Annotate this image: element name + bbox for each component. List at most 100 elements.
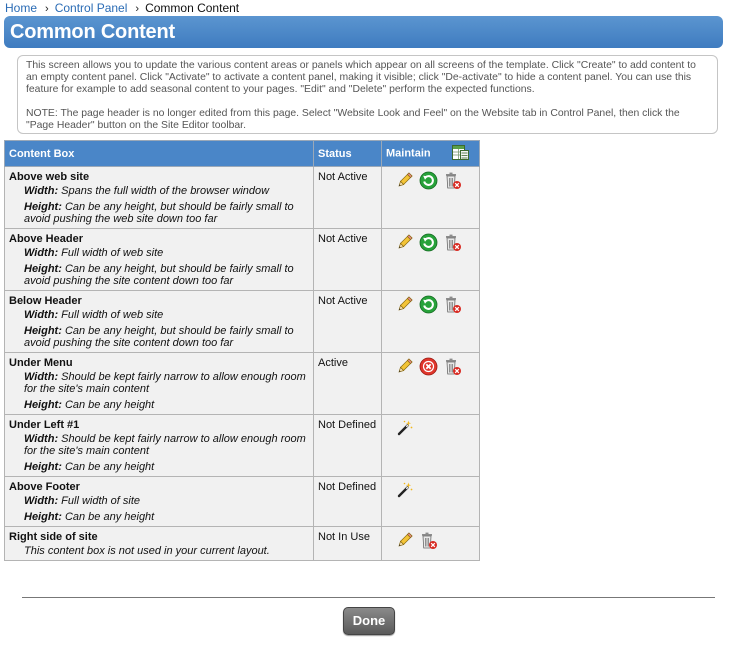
status-cell: Not In Use (313, 526, 382, 561)
content-box-cell: Above Header Width: Full width of web sit… (4, 228, 314, 291)
status-text: Not Defined (318, 481, 377, 493)
detail-label: Width: (24, 433, 59, 445)
detail-text: Full width of web site (58, 309, 164, 321)
content-box-detail: Height: Can be any height, but should be… (9, 325, 309, 349)
maintain-cell (381, 476, 480, 527)
status-cell: Not Active (313, 290, 382, 353)
column-header-maintain: Maintain (381, 140, 480, 167)
trash-delete-icon[interactable] (443, 171, 462, 190)
detail-text: This content box is not used in your cur… (24, 545, 270, 557)
detail-label: Width: (24, 247, 59, 259)
detail-text: Spans the full width of the browser wind… (58, 185, 270, 197)
status-cell: Not Defined (313, 476, 382, 527)
detail-text: Can be any height, but should be fairly … (24, 325, 294, 349)
content-box-cell: Under Menu Width: Should be kept fairly n… (4, 352, 314, 415)
intro-panel: This screen allows you to update the var… (17, 55, 718, 134)
action-icons (386, 357, 475, 377)
breadcrumb-control-panel-link[interactable]: Control Panel (55, 1, 128, 15)
content-box-detail: Width: Should be kept fairly narrow to a… (9, 433, 309, 457)
detail-label: Height: (24, 461, 62, 473)
activate-icon[interactable] (419, 295, 438, 314)
detail-text: Can be any height (61, 511, 155, 523)
detail-text: Can be any height (61, 461, 155, 473)
content-box-name: Under Left #1 (9, 419, 80, 431)
detail-label: Width: (24, 371, 59, 383)
maintain-cell (381, 166, 480, 229)
content-box-cell: Right side of site This content box is no… (4, 526, 314, 561)
breadcrumb-home-link[interactable]: Home (5, 1, 37, 15)
trash-delete-icon[interactable] (443, 295, 462, 314)
content-box-detail: Width: Should be kept fairly narrow to a… (9, 371, 309, 395)
detail-label: Height: (24, 399, 62, 411)
status-text: Not Active (318, 171, 368, 183)
trash-delete-icon[interactable] (419, 531, 438, 550)
content-box-name: Above web site (9, 171, 90, 183)
column-header-maintain-label: Maintain (386, 147, 431, 160)
content-box-name: Below Header (9, 295, 82, 307)
status-text: Not Active (318, 233, 368, 245)
pencil-icon[interactable] (395, 171, 414, 190)
action-icons (386, 419, 475, 439)
content-box-detail: Width: Spans the full width of the brows… (9, 185, 309, 197)
trash-delete-icon[interactable] (443, 357, 462, 376)
table-row: Above Footer Width: Full width of site Hei… (4, 476, 480, 527)
action-icons (386, 295, 475, 315)
content-box-detail: Height: Can be any height, but should be… (9, 201, 309, 225)
content-box-cell: Under Left #1 Width: Should be kept fairl… (4, 414, 314, 477)
pencil-icon[interactable] (395, 357, 414, 376)
status-cell: Not Defined (313, 414, 382, 477)
intro-text: This screen allows you to update the var… (26, 60, 696, 95)
detail-label: Width: (24, 495, 59, 507)
breadcrumb: Home › Control Panel › Common Content (5, 1, 239, 15)
column-header-content-box: Content Box (4, 140, 314, 167)
spreadsheet-icon[interactable] (451, 145, 469, 160)
detail-label: Width: (24, 185, 59, 197)
footer-divider (22, 597, 715, 598)
status-cell: Not Active (313, 166, 382, 229)
content-box-detail: This content box is not used in your cur… (9, 545, 309, 557)
content-box-detail: Height: Can be any height, but should be… (9, 263, 309, 287)
intro-note: NOTE: The page header is no longer edite… (26, 108, 680, 131)
action-icons (386, 233, 475, 253)
table-row: Above Header Width: Full width of web sit… (4, 228, 480, 291)
detail-label: Width: (24, 309, 59, 321)
status-text: Not Defined (318, 419, 377, 431)
status-text: Not In Use (318, 531, 370, 543)
detail-text: Full width of site (58, 495, 141, 507)
table-row: Above web site Width: Spans the full widt… (4, 166, 480, 229)
activate-icon[interactable] (419, 233, 438, 252)
table-row: Below Header Width: Full width of web sit… (4, 290, 480, 353)
maintain-cell (381, 228, 480, 291)
detail-label: Height: (24, 511, 62, 523)
breadcrumb-current: Common Content (145, 1, 240, 15)
deactivate-icon[interactable] (419, 357, 438, 376)
status-cell: Not Active (313, 228, 382, 291)
content-box-rows: Above web site Width: Spans the full widt… (4, 166, 480, 561)
status-cell: Active (313, 352, 382, 415)
trash-delete-icon[interactable] (443, 233, 462, 252)
detail-label: Height: (24, 325, 62, 337)
table-row: Under Menu Width: Should be kept fairly n… (4, 352, 480, 415)
pencil-icon[interactable] (395, 531, 414, 550)
magic-wand-icon[interactable] (395, 481, 414, 500)
page-title: Common Content (10, 21, 175, 43)
column-header-status: Status (313, 140, 382, 167)
action-icons (386, 171, 475, 191)
maintain-cell (381, 352, 480, 415)
detail-text: Should be kept fairly narrow to allow en… (24, 371, 306, 395)
pencil-icon[interactable] (395, 295, 414, 314)
detail-text: Can be any height, but should be fairly … (24, 263, 294, 287)
detail-label: Height: (24, 201, 62, 213)
table-row: Right side of site This content box is no… (4, 526, 480, 561)
content-box-detail: Height: Can be any height (9, 461, 309, 473)
maintain-cell (381, 290, 480, 353)
pencil-icon[interactable] (395, 233, 414, 252)
table-row: Under Left #1 Width: Should be kept fairl… (4, 414, 480, 477)
magic-wand-icon[interactable] (395, 419, 414, 438)
action-icons (386, 481, 475, 501)
content-box-detail: Width: Full width of site (9, 495, 309, 507)
done-button[interactable]: Done (343, 607, 395, 635)
content-box-table: Content Box Status Maintain Above web si… (4, 140, 480, 561)
activate-icon[interactable] (419, 171, 438, 190)
detail-text: Can be any height (61, 399, 155, 411)
